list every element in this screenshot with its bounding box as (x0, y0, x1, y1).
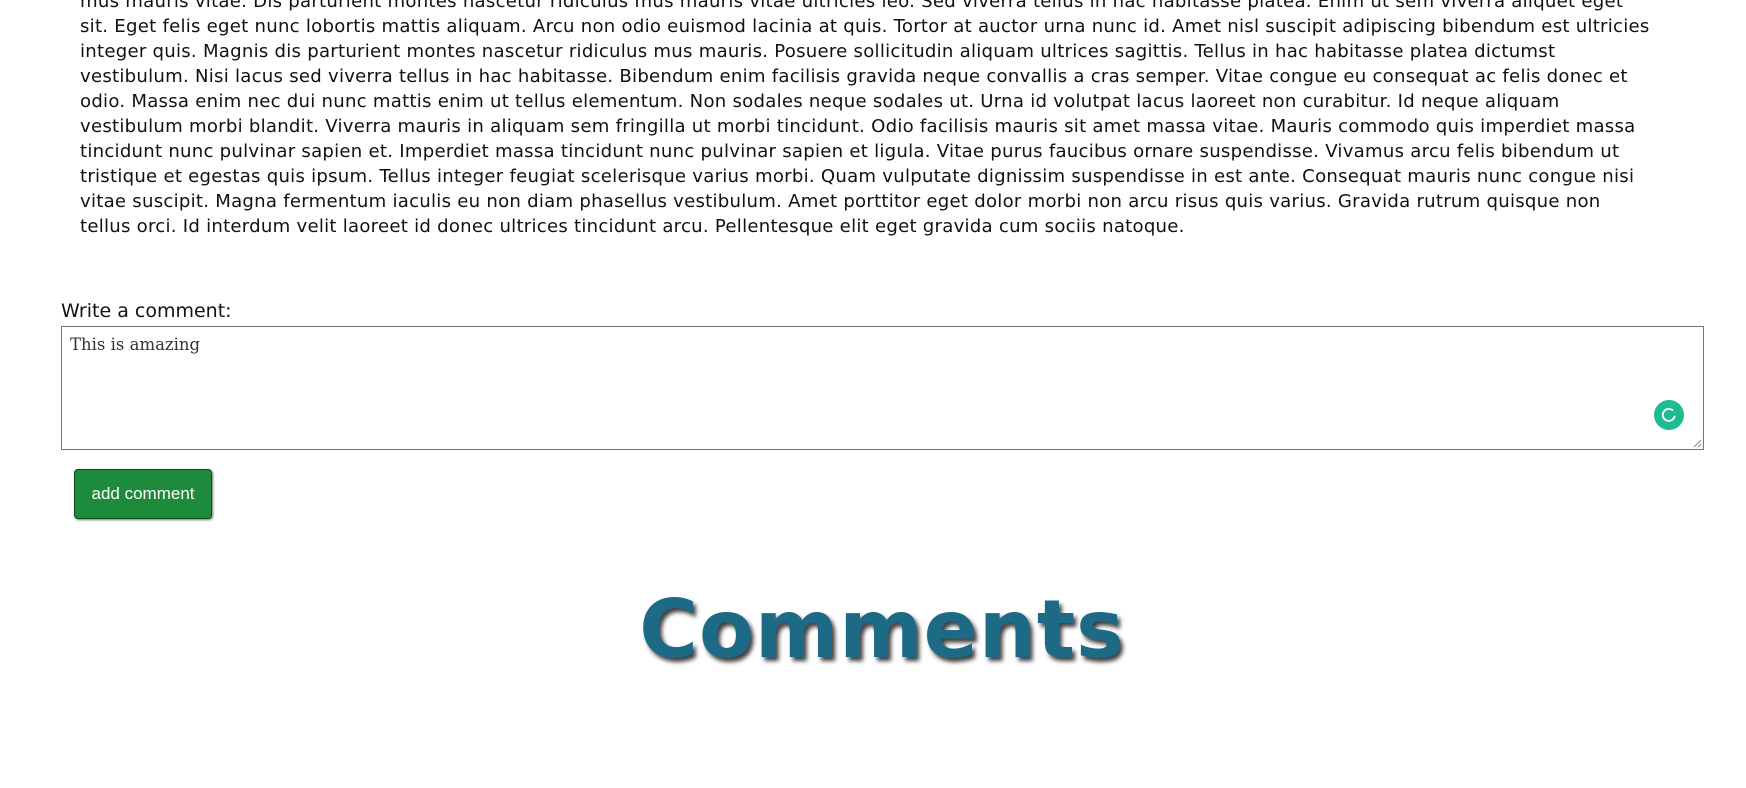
comments-heading: Comments (639, 583, 1125, 676)
grammar-assistant-icon[interactable] (1654, 400, 1684, 430)
comment-box (61, 326, 1704, 450)
article-body-text: mus mauris vitae. Dis parturient montes … (80, 0, 1650, 237)
resize-handle-icon[interactable] (1692, 438, 1702, 448)
add-comment-button[interactable]: add comment (74, 469, 212, 519)
comment-textarea[interactable] (62, 327, 1703, 449)
comment-label: Write a comment: (61, 300, 232, 322)
